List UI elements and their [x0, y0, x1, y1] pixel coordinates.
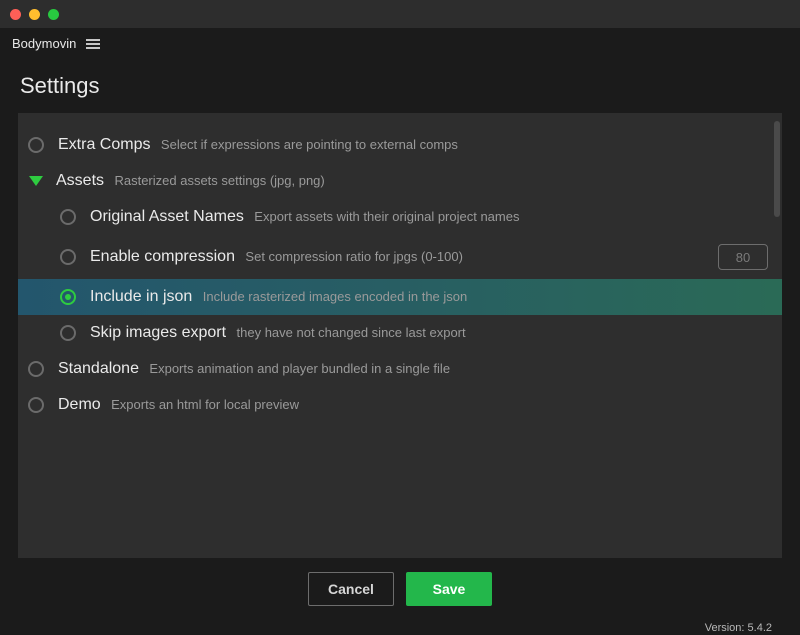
- setting-desc: Rasterized assets settings (jpg, png): [114, 173, 324, 188]
- setting-row-include-in-json[interactable]: Include in json Include rasterized image…: [18, 279, 782, 315]
- setting-row-extra-comps[interactable]: Extra Comps Select if expressions are po…: [18, 127, 782, 163]
- footer-buttons: Cancel Save: [18, 558, 782, 616]
- radio-standalone[interactable]: [28, 361, 44, 377]
- radio-enable-compression[interactable]: [60, 249, 76, 265]
- radio-extra-comps[interactable]: [28, 137, 44, 153]
- save-button[interactable]: Save: [406, 572, 492, 606]
- setting-title: Include in json: [90, 288, 192, 305]
- setting-text: Include in json Include rasterized image…: [90, 288, 467, 306]
- setting-desc: Include rasterized images encoded in the…: [203, 289, 468, 304]
- traffic-lights: [10, 9, 59, 20]
- radio-skip-images-export[interactable]: [60, 325, 76, 341]
- setting-title: Original Asset Names: [90, 208, 244, 225]
- window-title-bar: [0, 0, 800, 28]
- window-minimize-button[interactable]: [29, 9, 40, 20]
- setting-desc: Export assets with their original projec…: [254, 209, 519, 224]
- setting-text: Enable compression Set compression ratio…: [90, 248, 463, 266]
- setting-text: Standalone Exports animation and player …: [58, 360, 450, 378]
- setting-title: Demo: [58, 396, 101, 413]
- setting-text: Extra Comps Select if expressions are po…: [58, 136, 458, 154]
- setting-row-assets[interactable]: Assets Rasterized assets settings (jpg, …: [18, 163, 782, 199]
- setting-row-original-asset-names[interactable]: Original Asset Names Export assets with …: [18, 199, 782, 235]
- menu-icon[interactable]: [86, 39, 100, 49]
- setting-desc: Exports animation and player bundled in …: [149, 361, 450, 376]
- radio-include-in-json[interactable]: [60, 289, 76, 305]
- radio-original-asset-names[interactable]: [60, 209, 76, 225]
- setting-text: Demo Exports an html for local preview: [58, 396, 299, 414]
- setting-row-demo[interactable]: Demo Exports an html for local preview: [18, 387, 782, 423]
- compression-ratio-input[interactable]: [718, 244, 768, 270]
- setting-desc: they have not changed since last export: [237, 325, 466, 340]
- version-label: Version: 5.4.2: [18, 616, 782, 634]
- window-close-button[interactable]: [10, 9, 21, 20]
- setting-title: Enable compression: [90, 248, 235, 265]
- radio-demo[interactable]: [28, 397, 44, 413]
- settings-panel: Extra Comps Select if expressions are po…: [18, 113, 782, 558]
- setting-row-standalone[interactable]: Standalone Exports animation and player …: [18, 351, 782, 387]
- setting-desc: Select if expressions are pointing to ex…: [161, 137, 458, 152]
- cancel-button[interactable]: Cancel: [308, 572, 394, 606]
- setting-title: Assets: [56, 172, 104, 189]
- app-title: Bodymovin: [12, 36, 76, 51]
- setting-title: Skip images export: [90, 324, 226, 341]
- setting-text: Skip images export they have not changed…: [90, 324, 466, 342]
- setting-title: Standalone: [58, 360, 139, 377]
- setting-title: Extra Comps: [58, 136, 150, 153]
- setting-row-enable-compression[interactable]: Enable compression Set compression ratio…: [18, 235, 782, 279]
- app-body: Settings Extra Comps Select if expressio…: [0, 57, 800, 634]
- setting-row-skip-images-export[interactable]: Skip images export they have not changed…: [18, 315, 782, 351]
- setting-desc: Set compression ratio for jpgs (0-100): [245, 249, 462, 264]
- app-header: Bodymovin: [0, 28, 800, 57]
- window-maximize-button[interactable]: [48, 9, 59, 20]
- chevron-down-icon[interactable]: [29, 176, 43, 186]
- page-title: Settings: [18, 57, 782, 113]
- setting-desc: Exports an html for local preview: [111, 397, 299, 412]
- setting-text: Original Asset Names Export assets with …: [90, 208, 519, 226]
- setting-text: Assets Rasterized assets settings (jpg, …: [56, 172, 325, 190]
